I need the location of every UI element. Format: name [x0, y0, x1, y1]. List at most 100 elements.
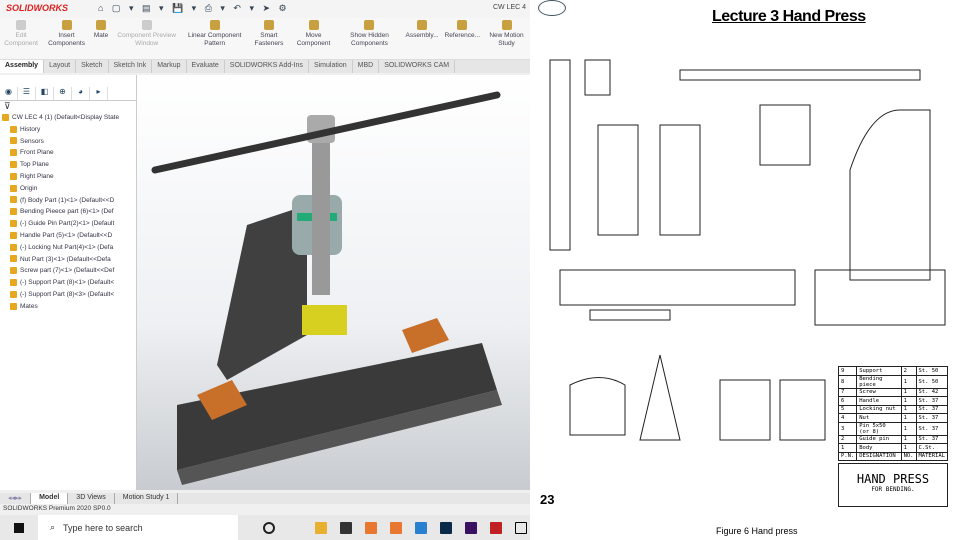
bottom-tab[interactable]: 3D Views: [68, 493, 115, 504]
tree-item[interactable]: Sensors: [0, 136, 136, 148]
bom-cell: NO.: [900, 451, 917, 461]
ribbon-button[interactable]: Insert Components: [42, 18, 91, 59]
ribbon-button-label: Reference...: [444, 32, 481, 39]
tree-item[interactable]: Handle Part (5)<1> (Default<<D: [0, 230, 136, 242]
bottom-tab[interactable]: Model: [31, 493, 69, 504]
dimxpert-tab[interactable]: ⊕: [54, 87, 72, 100]
bom-cell: St. 37: [915, 396, 948, 406]
tree-item-label: Sensors: [20, 137, 44, 145]
tab-item[interactable]: Assembly: [0, 60, 45, 73]
filter-icon[interactable]: ⊽: [0, 101, 136, 112]
quick-access-toolbar[interactable]: ⌂ ▢ ▾ ▤ ▾ 💾 ▾ ⎙ ▾ ↶ ▾ ➤ ⚙: [98, 3, 290, 14]
premiere-icon[interactable]: [465, 521, 477, 534]
bom-cell: Pin 5x50 (or 8): [856, 421, 902, 436]
document-title: CW LEC 4: [492, 4, 526, 11]
tree-item[interactable]: Mates: [0, 301, 136, 313]
bom-row: 2 Guide pin 1 St. 37: [837, 434, 948, 444]
tree-item-label: (-) Support Part (8)<1> (Default<: [20, 279, 115, 287]
ribbon-button[interactable]: Linear Component Pattern: [182, 18, 247, 59]
more-tabs[interactable]: ▸: [90, 87, 108, 100]
tree-item[interactable]: (-) Locking Nut Part(4)<1> (Defa: [0, 242, 136, 254]
ribbon-button[interactable]: Edit Component: [0, 18, 42, 59]
solidworks-window: SOLIDWORKS ⌂ ▢ ▾ ▤ ▾ 💾 ▾ ⎙ ▾ ↶ ▾ ➤ ⚙ CW …: [0, 0, 530, 540]
app-icon-1[interactable]: [365, 521, 377, 534]
ribbon-button[interactable]: Smart Fasteners: [247, 18, 290, 59]
tree-item-label: Front Plane: [20, 149, 54, 157]
title-bar: SOLIDWORKS ⌂ ▢ ▾ ▤ ▾ 💾 ▾ ⎙ ▾ ↶ ▾ ➤ ⚙ CW …: [0, 0, 530, 18]
tree-item[interactable]: Top Plane: [0, 159, 136, 171]
feature-manager-tab[interactable]: ◉: [0, 87, 18, 100]
tab-item[interactable]: Evaluate: [187, 60, 225, 73]
tree-item-label: Nut Part (3)<1> (Default<<Defa: [20, 255, 111, 263]
ribbon-button[interactable]: Reference...: [442, 18, 483, 59]
tree-item-label: Top Plane: [20, 161, 49, 169]
store-icon[interactable]: [340, 521, 352, 534]
mail-icon[interactable]: [415, 521, 427, 534]
app-icon-2[interactable]: [390, 521, 402, 534]
bom-row: P.N. DESIGNATION NO. MATERIAL: [837, 451, 948, 461]
ribbon-button[interactable]: New Motion Study: [483, 18, 530, 59]
tree-item-label: Screw part (7)<1> (Default<<Def: [20, 267, 115, 275]
tree-node-icon: [10, 149, 17, 157]
bom-cell: Screw: [856, 387, 902, 397]
command-icon: [61, 20, 72, 30]
tree-item-label: (-) Locking Nut Part(4)<1> (Defa: [20, 243, 114, 251]
photoshop-icon[interactable]: [440, 521, 452, 534]
tree-item[interactable]: Right Plane: [0, 171, 136, 183]
university-logo: [538, 0, 566, 16]
tab-item[interactable]: Sketch: [76, 60, 109, 73]
display-manager-tab[interactable]: ◕: [72, 87, 90, 100]
tab-item[interactable]: Markup: [152, 60, 187, 73]
ribbon-button[interactable]: Mate: [91, 18, 111, 59]
bom-cell: St. 37: [915, 434, 948, 444]
tree-item[interactable]: Screw part (7)<1> (Default<<Def: [0, 265, 136, 277]
ribbon-button[interactable]: Move Component: [291, 18, 337, 59]
ribbon-button-label: Assembly...: [405, 32, 439, 39]
ribbon-button-label: Mate: [93, 32, 109, 39]
file-explorer-icon[interactable]: [315, 521, 327, 534]
tree-item-label: Mates: [20, 302, 38, 310]
tab-item[interactable]: Sketch Ink: [109, 60, 153, 73]
ribbon-button-label: Insert Components: [48, 32, 85, 47]
tree-item[interactable]: Bending Pieece part (6)<1> (Def: [0, 206, 136, 218]
notion-icon[interactable]: [515, 521, 527, 534]
tree-item[interactable]: History: [0, 124, 136, 136]
tree-item[interactable]: CW LEC 4 (1) (Default<Display State: [0, 112, 136, 124]
tab-item[interactable]: SOLIDWORKS CAM: [379, 60, 456, 73]
bottom-tab[interactable]: Motion Study 1: [115, 493, 179, 504]
tree-item[interactable]: (f) Body Part (1)<1> (Default<<D: [0, 195, 136, 207]
tree-item[interactable]: (-) Guide Pin Part(2)<1> (Default: [0, 218, 136, 230]
tree-item[interactable]: Origin: [0, 183, 136, 195]
bom-cell: St. 37: [915, 421, 948, 436]
bom-row: 5 Locking nut 1 St. 37: [837, 404, 948, 414]
acrobat-icon[interactable]: [490, 521, 502, 534]
tree-item[interactable]: (-) Support Part (8)<3> (Default<: [0, 289, 136, 301]
tree-item-label: (-) Support Part (8)<3> (Default<: [20, 290, 115, 298]
ribbon-button[interactable]: Assembly...: [403, 18, 442, 59]
bom-row: 4 Nut 1 St. 37: [837, 413, 948, 423]
tab-item[interactable]: SOLIDWORKS Add-Ins: [225, 60, 309, 73]
ribbon-button[interactable]: Show Hidden Components: [336, 18, 402, 59]
tree-node-icon: [10, 219, 17, 227]
bom-cell: Guide pin: [856, 434, 902, 444]
command-tabs: Assembly Layout Sketch Sketch Ink Markup Eval…: [0, 60, 530, 73]
ribbon-button[interactable]: Component Preview Window: [111, 18, 182, 59]
tree-item-label: (f) Body Part (1)<1> (Default<<D: [20, 196, 115, 204]
start-button[interactable]: [14, 522, 24, 533]
tab-item[interactable]: Simulation: [309, 60, 353, 73]
property-manager-tab[interactable]: ☰: [18, 87, 36, 100]
graphics-area[interactable]: [137, 75, 530, 490]
cortana-icon[interactable]: [263, 521, 275, 534]
tab-item[interactable]: MBD: [353, 60, 380, 73]
command-icon: [209, 20, 220, 30]
tab-item[interactable]: Layout: [44, 60, 77, 73]
parts-list-table: 9 Support 2 St. 50 8 Bending piece 1 St. 50 7 Scr…: [837, 366, 948, 461]
taskbar-search[interactable]: ⌕ Type here to search: [38, 515, 238, 540]
bom-cell: 1: [900, 396, 917, 406]
tree-item[interactable]: (-) Support Part (8)<1> (Default<: [0, 277, 136, 289]
tab-scroll-arrows[interactable]: ◂◂▸▸: [0, 493, 32, 504]
tree-node-icon: [10, 302, 17, 310]
tree-item[interactable]: Nut Part (3)<1> (Default<<Defa: [0, 254, 136, 266]
configuration-manager-tab[interactable]: ◧: [36, 87, 54, 100]
tree-item[interactable]: Front Plane: [0, 147, 136, 159]
